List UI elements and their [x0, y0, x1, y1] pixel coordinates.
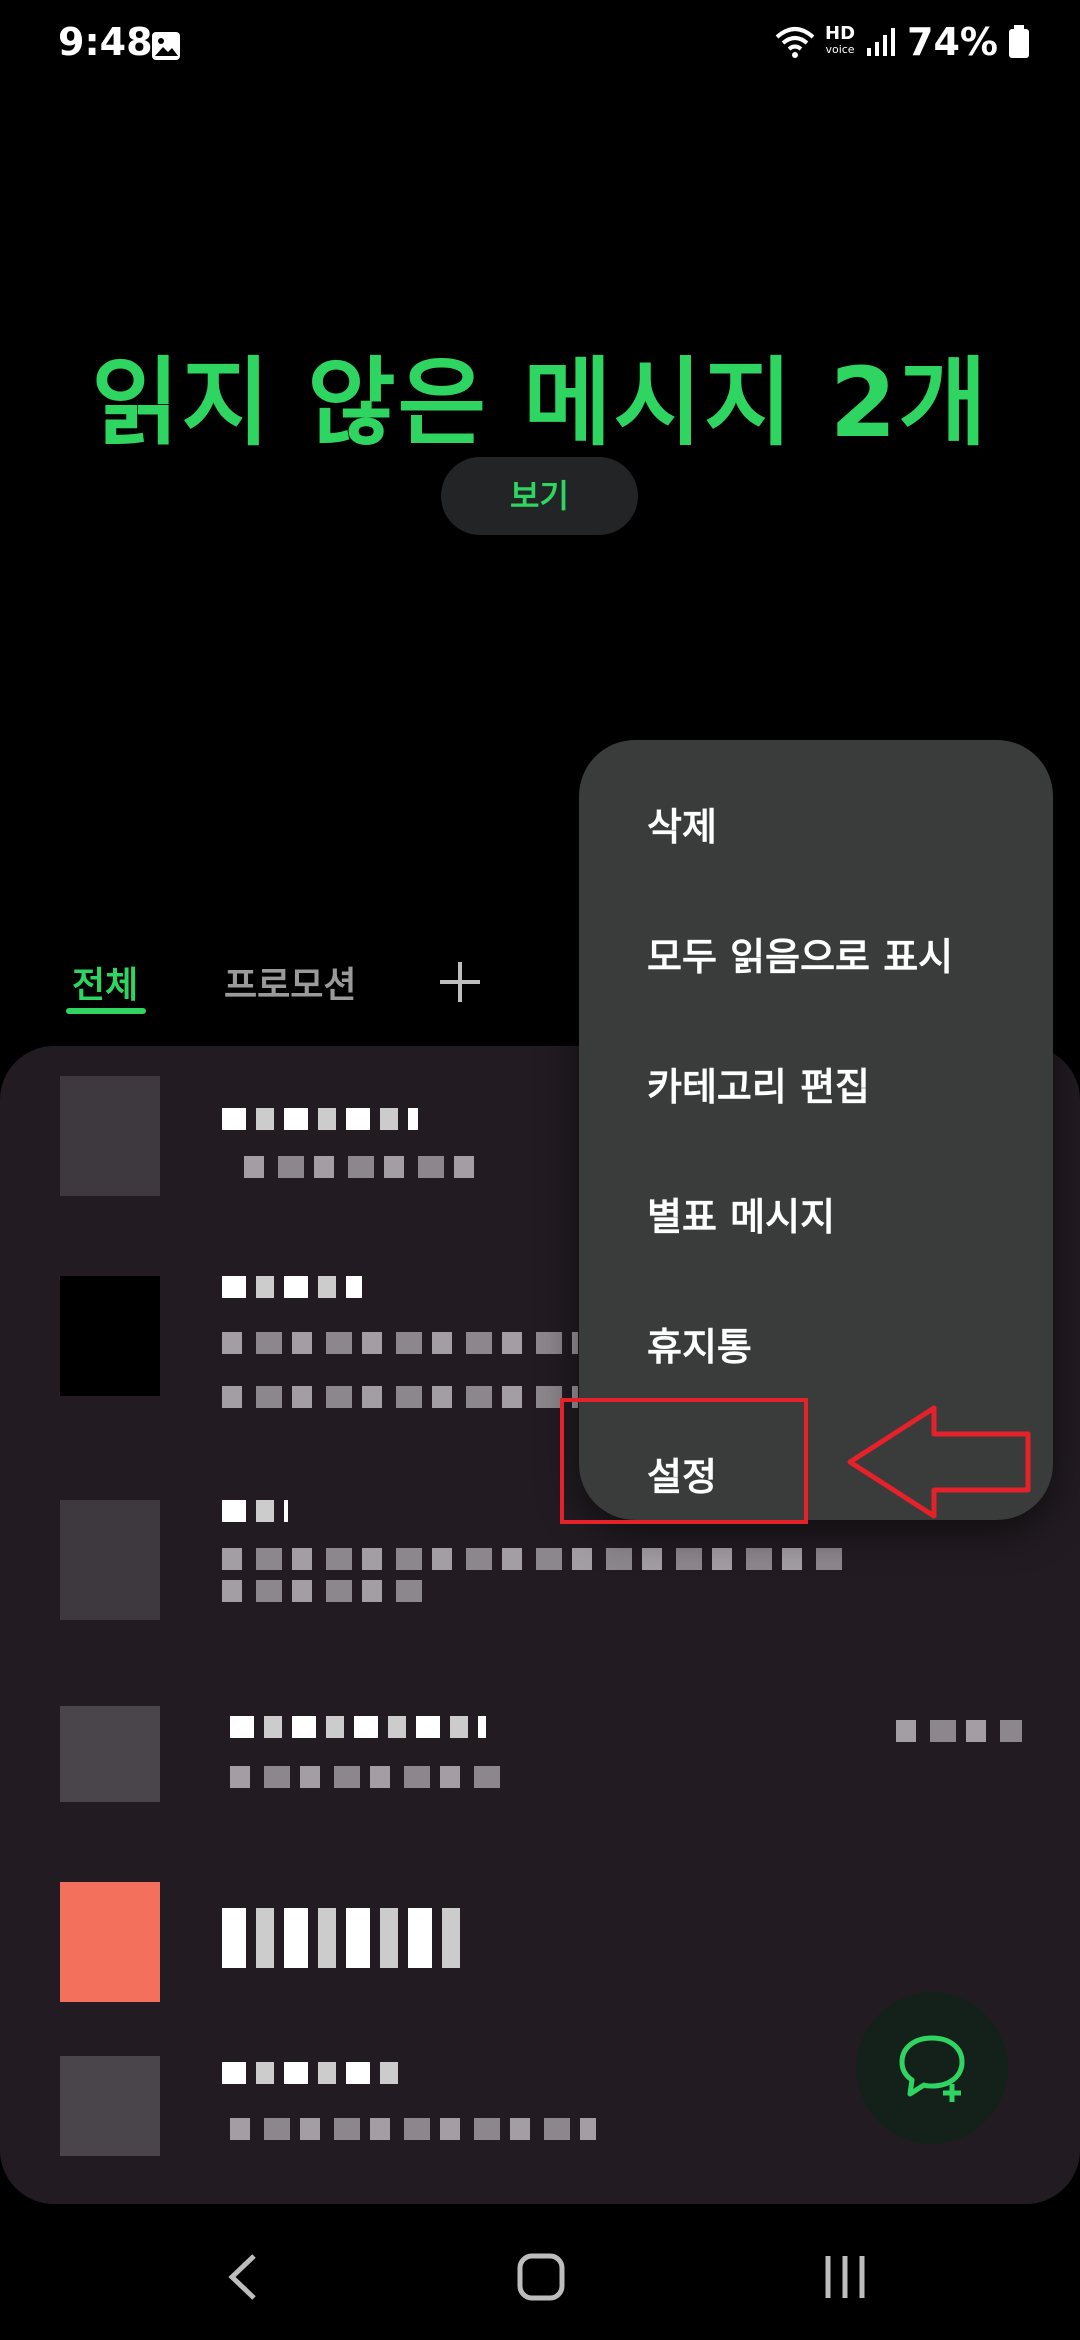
back-icon[interactable] — [222, 2252, 262, 2302]
redacted-text — [230, 1766, 504, 1788]
redacted-text — [222, 1548, 852, 1570]
avatar — [60, 1706, 160, 1802]
gallery-icon — [152, 32, 180, 60]
unread-count-title: 읽지 않은 메시지 2개 — [91, 347, 989, 459]
view-button[interactable]: 보기 — [441, 457, 638, 535]
avatar — [60, 2056, 160, 2156]
avatar — [60, 1076, 160, 1196]
settings-highlight-box — [560, 1398, 808, 1524]
plus-icon[interactable] — [438, 960, 482, 1004]
redacted-text — [222, 1500, 288, 1522]
redacted-text — [222, 2062, 408, 2084]
redacted-text — [230, 2118, 596, 2140]
battery-icon — [1009, 25, 1029, 58]
redacted-text — [222, 1108, 418, 1130]
status-right: HD voice 74% — [775, 20, 1030, 64]
navigation-bar — [0, 2214, 1080, 2340]
redacted-text — [222, 1386, 578, 1408]
status-time: 9:48 — [58, 20, 153, 64]
new-chat-button[interactable] — [856, 1992, 1008, 2144]
tab-all[interactable]: 전체 — [72, 956, 138, 1008]
home-icon[interactable] — [516, 2252, 566, 2302]
battery-percent: 74% — [907, 20, 998, 64]
menu-item-trash[interactable]: 휴지통 — [647, 1292, 1027, 1402]
redacted-text — [896, 1720, 1022, 1742]
hd-voice-label: HD voice — [825, 23, 856, 57]
wifi-icon — [775, 27, 815, 58]
new-chat-icon — [899, 2035, 965, 2102]
redacted-text — [222, 1908, 466, 1968]
menu-item-mark-all-read[interactable]: 모두 읽음으로 표시 — [647, 902, 1027, 1012]
left-arrow-icon — [847, 1405, 1031, 1519]
redacted-text — [230, 1716, 486, 1738]
tab-promotion[interactable]: 프로모션 — [224, 956, 356, 1008]
menu-item-edit-category[interactable]: 카테고리 편집 — [647, 1032, 1027, 1142]
redacted-text — [244, 1156, 474, 1178]
signal-icon — [867, 28, 896, 56]
list-item[interactable] — [0, 1706, 1080, 1866]
avatar — [60, 1276, 160, 1396]
menu-item-starred-messages[interactable]: 별표 메시지 — [647, 1162, 1027, 1272]
status-bar: 9:48 HD voice 74% — [0, 0, 1080, 96]
avatar — [60, 1500, 160, 1620]
avatar — [60, 1882, 160, 2002]
redacted-text — [222, 1332, 578, 1354]
recents-icon[interactable] — [822, 2252, 868, 2302]
menu-item-delete[interactable]: 삭제 — [647, 772, 1027, 882]
redacted-text — [222, 1580, 428, 1602]
tab-all-indicator — [66, 1008, 146, 1014]
redacted-text — [222, 1276, 362, 1298]
